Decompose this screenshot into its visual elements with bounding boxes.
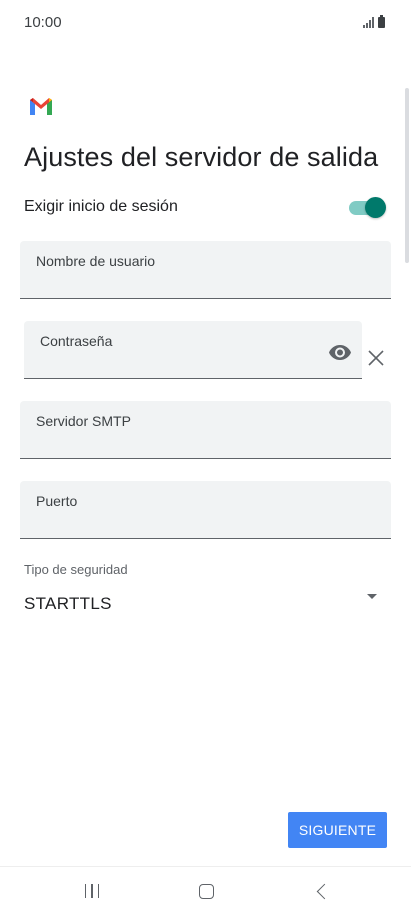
port-field[interactable]: Puerto bbox=[20, 481, 391, 539]
security-type-value: STARTTLS bbox=[24, 594, 112, 613]
caret-down-icon bbox=[367, 593, 377, 599]
smtp-server-label: Servidor SMTP bbox=[36, 413, 131, 429]
back-button[interactable] bbox=[302, 877, 342, 905]
nav-bar bbox=[0, 867, 411, 914]
password-input[interactable] bbox=[40, 350, 314, 372]
scroll-indicator[interactable] bbox=[405, 88, 409, 263]
port-label: Puerto bbox=[36, 493, 78, 509]
home-icon bbox=[198, 883, 214, 899]
username-input[interactable] bbox=[36, 270, 343, 292]
gmail-logo-icon bbox=[30, 98, 52, 115]
back-icon bbox=[316, 883, 332, 899]
toggle-thumb bbox=[365, 197, 386, 218]
eye-icon[interactable] bbox=[328, 340, 352, 364]
require-login-row[interactable]: Exigir inicio de sesión bbox=[24, 192, 387, 222]
port-input[interactable] bbox=[36, 510, 343, 532]
smtp-server-input[interactable] bbox=[36, 430, 343, 452]
security-type-label: Tipo de seguridad bbox=[24, 562, 128, 577]
screen: 10:00 Ajustes del servidor de salida Exi… bbox=[0, 0, 411, 914]
password-field[interactable]: Contraseña bbox=[24, 321, 362, 379]
battery-icon bbox=[378, 15, 385, 28]
signal-icon bbox=[363, 17, 374, 28]
security-type-dropdown[interactable]: STARTTLS bbox=[24, 590, 387, 618]
username-label: Nombre de usuario bbox=[36, 253, 156, 269]
require-login-label: Exigir inicio de sesión bbox=[24, 198, 178, 215]
recents-button[interactable] bbox=[72, 877, 112, 905]
status-time: 10:00 bbox=[24, 14, 62, 31]
page-title: Ajustes del servidor de salida bbox=[24, 142, 379, 172]
next-button[interactable]: SIGUIENTE bbox=[288, 812, 387, 848]
home-button[interactable] bbox=[186, 877, 226, 905]
password-label: Contraseña bbox=[40, 333, 113, 349]
recents-icon bbox=[84, 884, 100, 898]
require-login-toggle[interactable] bbox=[347, 196, 386, 218]
smtp-server-field[interactable]: Servidor SMTP bbox=[20, 401, 391, 459]
username-field[interactable]: Nombre de usuario bbox=[20, 241, 391, 299]
status-icons bbox=[363, 15, 385, 28]
close-icon[interactable] bbox=[366, 348, 386, 368]
